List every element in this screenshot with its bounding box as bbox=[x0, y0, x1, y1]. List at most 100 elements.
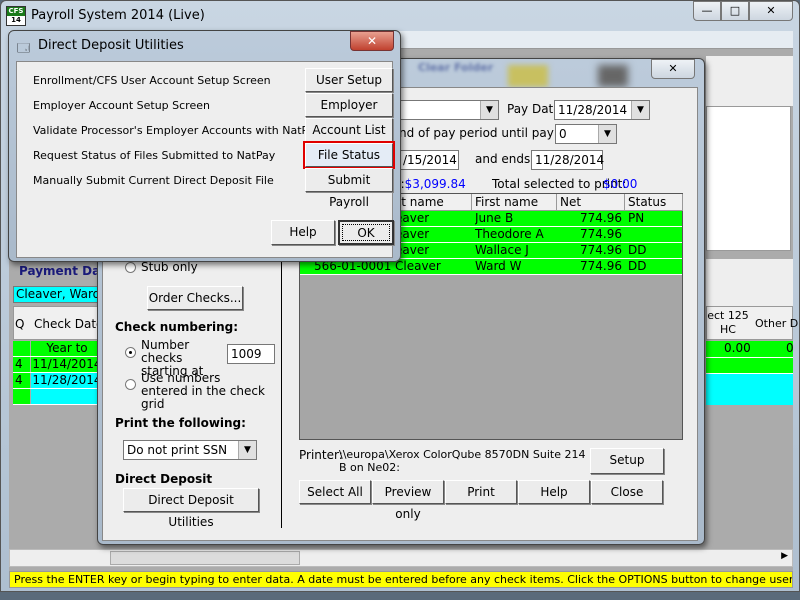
summary-strip bbox=[706, 259, 793, 309]
window-title: Payroll System 2014 (Live) bbox=[31, 8, 205, 23]
status-cell: DD bbox=[628, 259, 647, 273]
chevron-down-icon[interactable]: ▼ bbox=[480, 101, 498, 119]
payment-grid-header: Q Check Date bbox=[13, 306, 103, 340]
quarter-cell bbox=[13, 341, 30, 356]
printer-name: \\europa\Xerox ColorQube 8570DN Suite 21… bbox=[339, 448, 586, 474]
ends-label: and ends bbox=[475, 152, 531, 166]
total-amount: d:$3,099.84 bbox=[393, 177, 466, 191]
use-grid-numbers-radio[interactable] bbox=[125, 379, 136, 390]
net-cell: 774.96 bbox=[580, 211, 622, 225]
check-date-cell bbox=[31, 389, 103, 404]
use-grid-numbers-label: Use numbers entered in the check grid bbox=[141, 371, 265, 411]
dd-file-status-button[interactable]: File Status bbox=[303, 141, 395, 169]
direct-deposit-utilities-button[interactable]: Direct Deposit Utilities bbox=[123, 488, 259, 529]
first-name-cell: Theodore A bbox=[475, 227, 544, 241]
dd-employer-setup-button[interactable]: Employer Setup bbox=[305, 93, 393, 134]
scrollbar-thumb[interactable] bbox=[110, 551, 300, 565]
ssn-option-select[interactable]: Do not print SSN ▼ bbox=[123, 440, 257, 460]
net-cell: 774.96 bbox=[580, 227, 622, 241]
close-button[interactable]: ✕ bbox=[749, 1, 793, 21]
deduction-header: ect 125 HC Other D bbox=[706, 306, 798, 340]
print-dialog-close[interactable]: ✕ bbox=[651, 59, 695, 79]
toolbar-print-icon[interactable] bbox=[508, 65, 548, 87]
period-select[interactable]: 0 ▼ bbox=[555, 124, 617, 144]
printer-label: Printer: bbox=[299, 448, 343, 462]
payroll-select[interactable]: ▼ bbox=[399, 100, 499, 120]
chevron-down-icon[interactable]: ▼ bbox=[598, 125, 616, 143]
dd-dialog-body: Enrollment/CFS User Account Setup Screen… bbox=[16, 61, 395, 258]
start-number-field[interactable]: 1009 bbox=[227, 344, 275, 364]
dd-close-button[interactable]: ✕ bbox=[350, 31, 394, 51]
maximize-button[interactable]: □ bbox=[721, 1, 749, 21]
check-date-cell: 11/14/2014 bbox=[31, 357, 103, 372]
status-bar: Press the ENTER key or begin typing to e… bbox=[9, 571, 793, 588]
dd-user-setup-button[interactable]: User Setup bbox=[305, 68, 393, 92]
first-name-cell: Wallace J bbox=[475, 243, 529, 257]
net-cell: 774.96 bbox=[580, 259, 622, 273]
dd-item-label: Request Status of Files Submitted to Nat… bbox=[33, 149, 276, 162]
status-cell: DD bbox=[628, 243, 647, 257]
window-icon: 🗔 bbox=[17, 41, 31, 55]
quarter-cell: 4 bbox=[13, 357, 30, 372]
first-name-cell: Ward W bbox=[475, 259, 522, 273]
selected-amount: $0.00 bbox=[603, 177, 638, 191]
dd-item-label: Enrollment/CFS User Account Setup Screen bbox=[33, 74, 271, 87]
chevron-down-icon[interactable]: ▼ bbox=[238, 441, 256, 459]
dd-submit-payroll-button[interactable]: Submit Payroll bbox=[305, 168, 393, 209]
payment-row[interactable]: Year to Date bbox=[13, 341, 103, 370]
print-button[interactable]: Print bbox=[445, 480, 517, 504]
toolbar-folder-button[interactable]: Clear Folder bbox=[418, 61, 493, 74]
dd-help-button[interactable]: Help bbox=[271, 220, 335, 245]
first-name-cell: June B bbox=[475, 211, 514, 225]
quarter-cell bbox=[13, 389, 30, 404]
horizontal-scrollbar[interactable]: ▶ bbox=[9, 549, 793, 567]
preview-only-button[interactable]: Preview only bbox=[372, 480, 444, 521]
end-date-field[interactable]: 11/28/2014 bbox=[531, 150, 604, 170]
pay-date-select[interactable]: 11/28/2014 ▼ bbox=[554, 100, 650, 120]
net-cell: 774.96 bbox=[580, 243, 622, 257]
dd-item-label: Employer Account Setup Screen bbox=[33, 99, 210, 112]
payment-row[interactable] bbox=[13, 389, 103, 405]
deduction-row: 0.00 0 bbox=[706, 341, 794, 357]
payment-row[interactable]: 4 11/28/2014 bbox=[13, 373, 103, 389]
minimize-button[interactable]: — bbox=[693, 1, 721, 21]
number-checks-radio[interactable] bbox=[125, 347, 136, 358]
printer-setup-button[interactable]: Setup bbox=[590, 448, 664, 474]
check-date-cell: Year to Date bbox=[31, 341, 103, 370]
check-numbering-heading: Check numbering: bbox=[115, 320, 239, 334]
direct-deposit-dialog: 🗔 Direct Deposit Utilities ✕ Enrollment/… bbox=[8, 30, 401, 262]
stub-only-radio[interactable] bbox=[125, 262, 136, 273]
close-dialog-button[interactable]: Close bbox=[591, 480, 663, 504]
last-name-cell: Cleaver bbox=[395, 259, 441, 273]
deduction-row bbox=[706, 357, 793, 373]
deduction-row bbox=[706, 373, 793, 405]
app-logo: CFS 14 bbox=[6, 6, 26, 26]
check-date-cell: 11/28/2014 bbox=[31, 373, 103, 388]
dd-ok-button[interactable]: OK bbox=[338, 220, 394, 245]
start-date-field[interactable]: /15/2014 bbox=[399, 150, 459, 170]
info-panel bbox=[706, 106, 791, 251]
payment-row[interactable]: 4 11/14/2014 bbox=[13, 357, 103, 373]
scroll-right-icon[interactable]: ▶ bbox=[781, 551, 788, 561]
dd-account-list-button[interactable]: Account List bbox=[305, 118, 393, 142]
help-button[interactable]: Help bbox=[518, 480, 590, 504]
order-checks-button[interactable]: Order Checks... bbox=[147, 286, 243, 310]
col-last-name: st name bbox=[392, 194, 472, 211]
stub-only-label: Stub only bbox=[141, 260, 198, 274]
toolbar-area bbox=[706, 56, 793, 106]
col-net: Net bbox=[557, 194, 625, 211]
dd-item-label: Validate Processor's Employer Accounts w… bbox=[33, 124, 321, 137]
dd-item-label: Manually Submit Current Direct Deposit F… bbox=[33, 174, 274, 187]
chevron-down-icon[interactable]: ▼ bbox=[631, 101, 649, 119]
status-cell: PN bbox=[628, 211, 645, 225]
direct-deposit-heading: Direct Deposit bbox=[115, 472, 213, 486]
employee-field[interactable]: Cleaver, Ward bbox=[13, 286, 103, 303]
payment-panel: Payment Data Cleaver, Ward Q Check Date … bbox=[13, 256, 114, 586]
toolbar-exit-icon[interactable] bbox=[598, 65, 628, 87]
col-status: Status bbox=[625, 194, 683, 211]
select-all-button[interactable]: Select All bbox=[299, 480, 371, 504]
quarter-cell: 4 bbox=[13, 373, 30, 388]
col-first-name: First name bbox=[472, 194, 557, 211]
print-following-heading: Print the following: bbox=[115, 416, 246, 430]
dd-dialog-title: Direct Deposit Utilities bbox=[38, 38, 184, 53]
